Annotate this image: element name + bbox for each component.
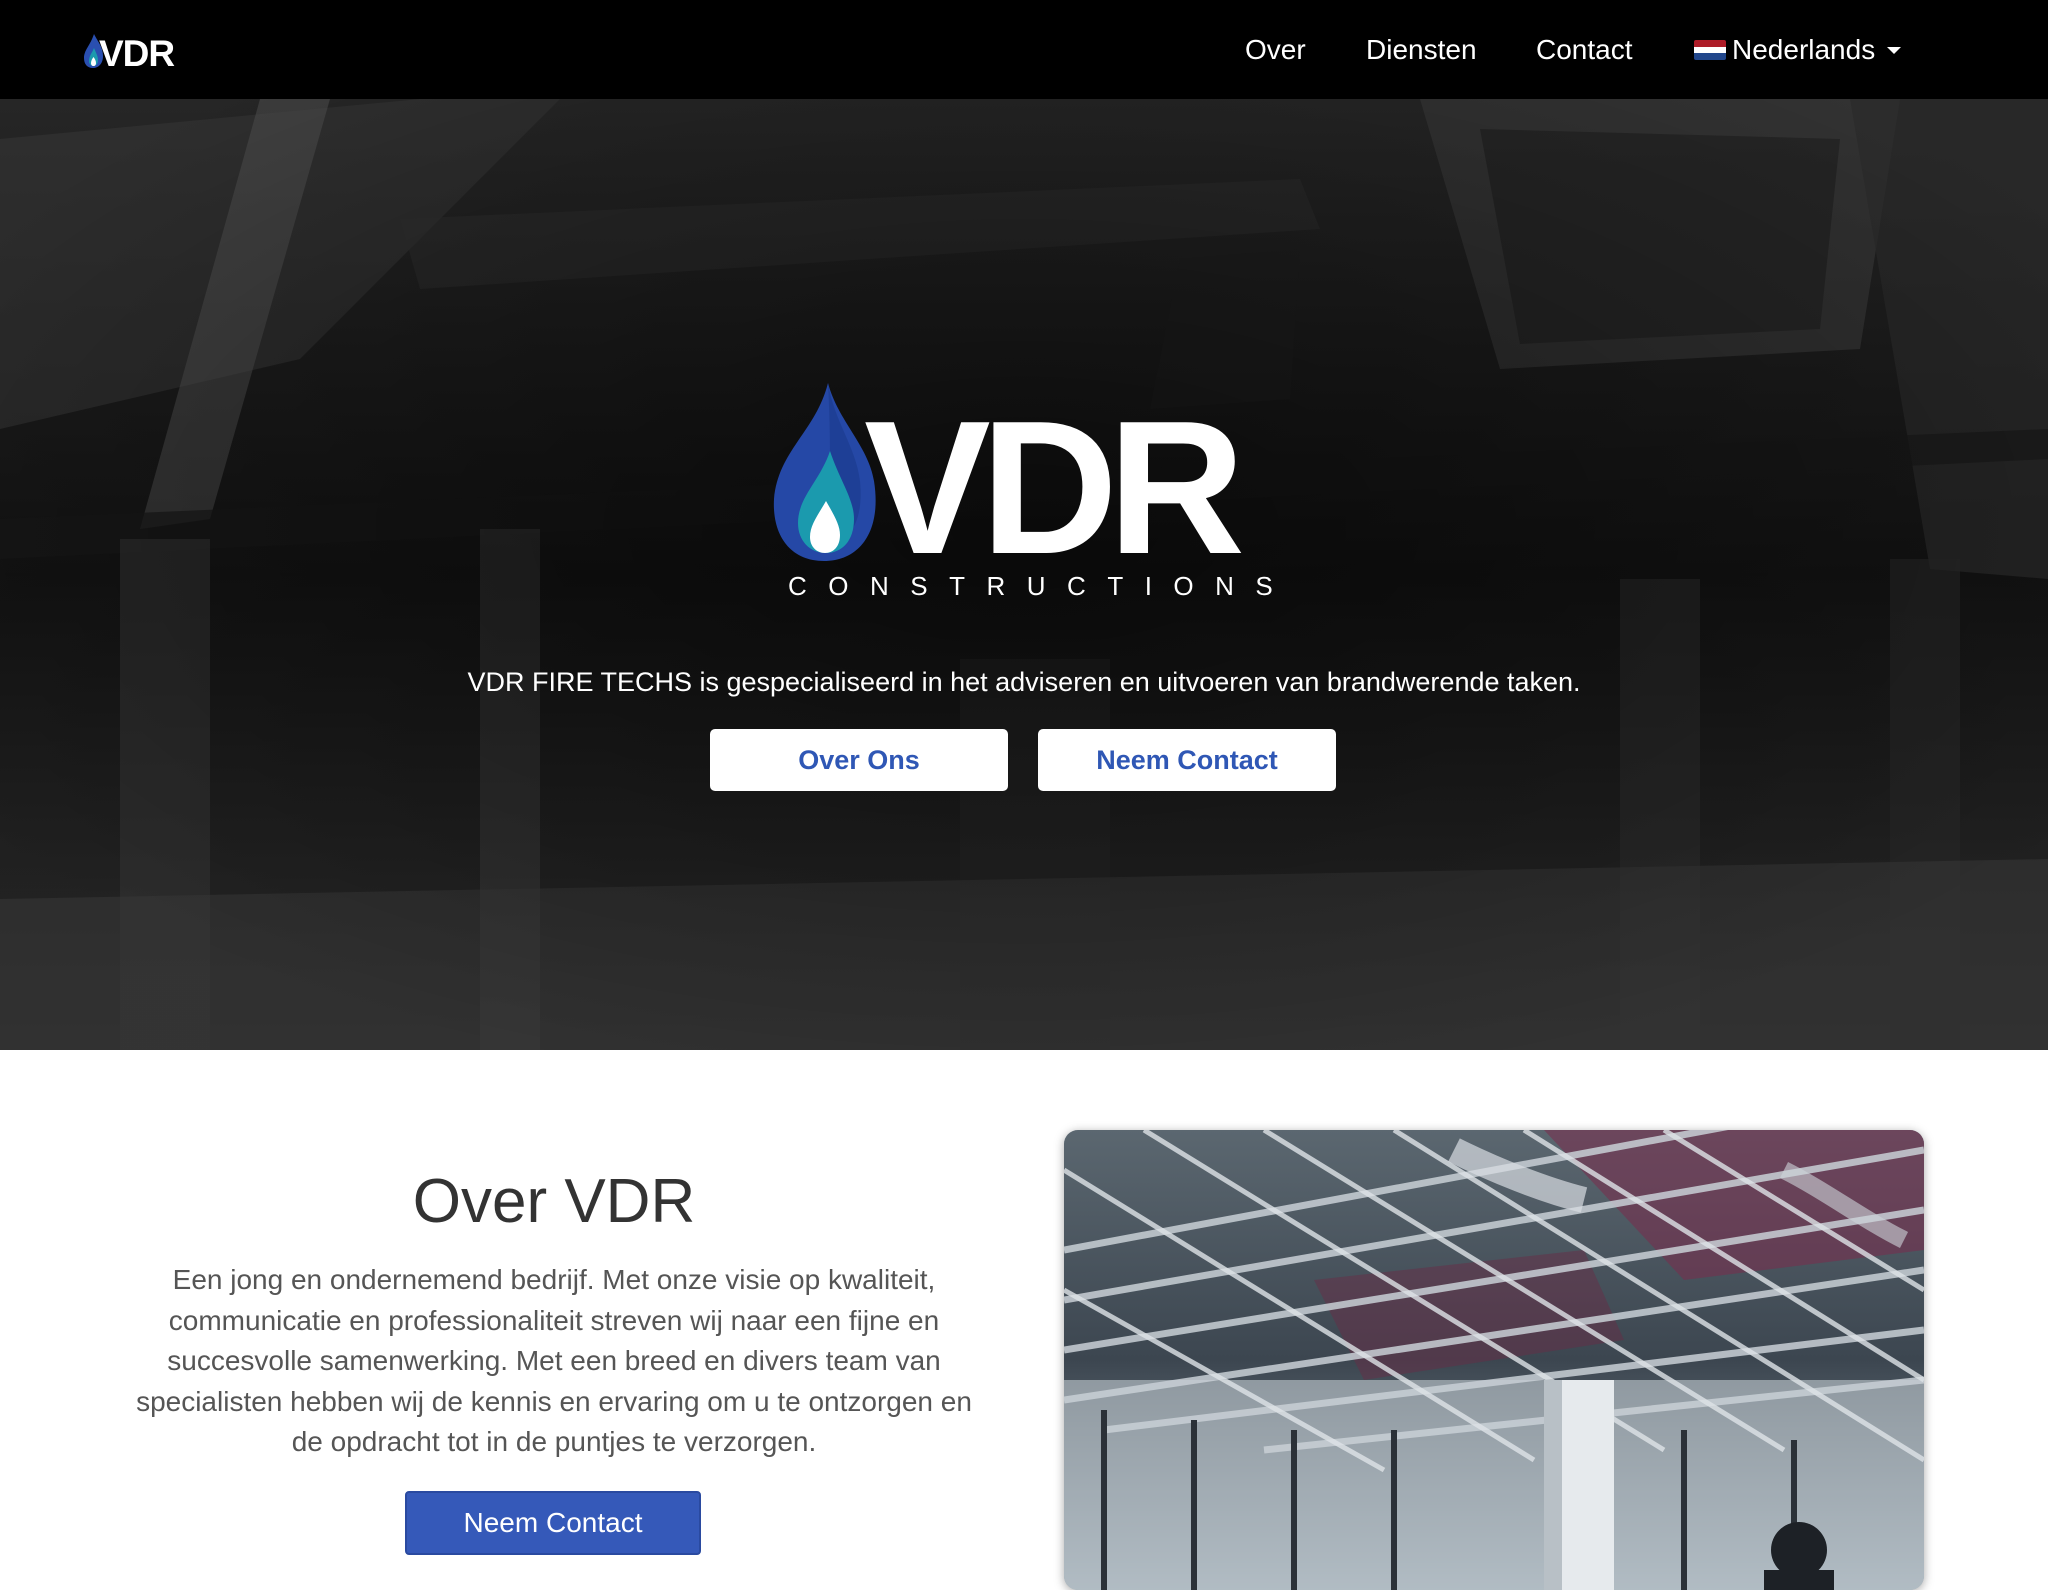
- logo-vdr-text: VDR: [864, 382, 1242, 594]
- caret-down-icon: [1887, 46, 1902, 54]
- language-label: Nederlands: [1732, 34, 1876, 65]
- brand-logo[interactable]: VDR: [84, 28, 196, 72]
- svg-text:VDR: VDR: [99, 33, 174, 72]
- over-ons-button[interactable]: Over Ons: [710, 729, 1008, 791]
- netherlands-flag-icon: [1694, 40, 1726, 60]
- hero-tagline: VDR FIRE TECHS is gespecialiseerd in het…: [467, 667, 1581, 697]
- logo-constructions-text: CONSTRUCTIONS: [788, 571, 1290, 601]
- nav-link-diensten[interactable]: Diensten: [1366, 34, 1477, 66]
- nav-link-contact[interactable]: Contact: [1536, 34, 1633, 66]
- hero-logo: VDR CONSTRUCTIONS: [773, 382, 1290, 601]
- hero-section: VDR CONSTRUCTIONS VDR FIRE TECHS is gesp…: [0, 99, 2048, 1050]
- about-title: Over VDR: [412, 1167, 696, 1236]
- language-dropdown[interactable]: Nederlands: [1694, 34, 1902, 66]
- about-description: Een jong en ondernemend bedrijf. Met onz…: [136, 1264, 972, 1457]
- navbar: VDR Over Diensten Contact Nederlands: [0, 0, 2048, 99]
- about-construction-image: [1064, 1130, 1924, 1590]
- neem-contact-button[interactable]: Neem Contact: [1038, 729, 1336, 791]
- about-contact-button[interactable]: Neem Contact: [405, 1491, 701, 1555]
- nav-link-over[interactable]: Over: [1245, 34, 1306, 66]
- vdr-logo-icon: VDR: [84, 33, 175, 72]
